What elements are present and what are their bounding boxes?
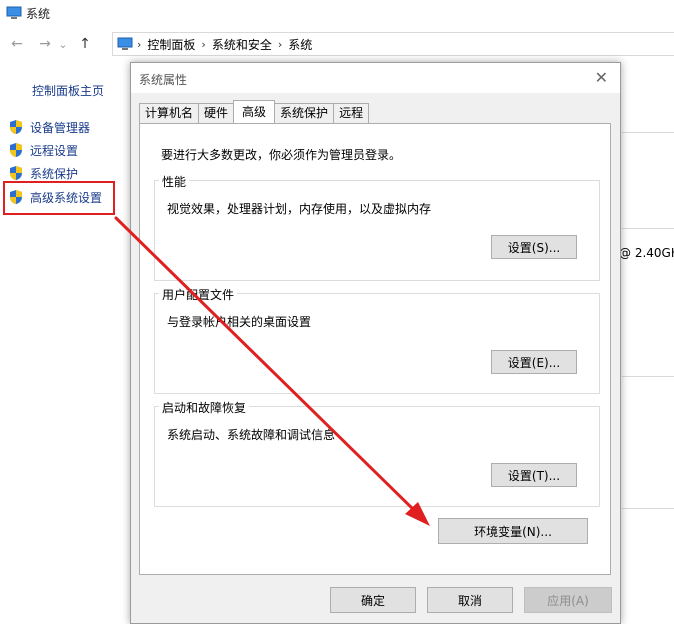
divider (622, 228, 674, 229)
forward-icon[interactable]: → (34, 36, 56, 52)
breadcrumb-system-security[interactable]: 系统和安全 (212, 36, 272, 53)
tab-strip: 计算机名 硬件 高级 系统保护 远程 (139, 100, 370, 123)
startup-recovery-description: 系统启动、系统故障和调试信息 (167, 428, 336, 442)
breadcrumb-separator: › (137, 37, 142, 51)
up-icon[interactable]: ↑ (74, 36, 96, 52)
nav-item-system-protection[interactable]: 系统保护 (8, 163, 78, 183)
back-icon[interactable]: ← (6, 36, 28, 52)
nav-item-remote-settings[interactable]: 远程设置 (8, 140, 78, 160)
divider (622, 376, 674, 377)
tab-hardware[interactable]: 硬件 (198, 103, 235, 123)
shield-icon (10, 143, 22, 157)
window-title: 系统 (26, 6, 51, 21)
recent-dropdown-icon[interactable]: ⌄ (56, 38, 70, 51)
nav-item-label: 远程设置 (30, 143, 79, 158)
startup-recovery-group: 启动和故障恢复 系统启动、系统故障和调试信息 设置(T)... (154, 399, 600, 507)
shield-icon (10, 120, 22, 134)
breadcrumb-separator: › (277, 37, 283, 51)
computer-icon (6, 6, 22, 19)
admin-notice: 要进行大多数更改，你必须作为管理员登录。 (161, 148, 402, 162)
nav-item-label: 设备管理器 (30, 120, 91, 135)
breadcrumb-system[interactable]: 系统 (288, 36, 312, 53)
user-profiles-settings-button[interactable]: 设置(E)... (491, 350, 577, 374)
performance-description: 视觉效果，处理器计划，内存使用，以及虚拟内存 (167, 202, 432, 216)
advanced-tab-panel: 要进行大多数更改，你必须作为管理员登录。 性能 视觉效果，处理器计划，内存使用，… (139, 123, 611, 575)
dialog-titlebar: 系统属性 ✕ (131, 63, 620, 93)
nav-item-label: 系统保护 (30, 166, 79, 181)
ok-button[interactable]: 确定 (330, 587, 416, 613)
address-box[interactable]: › 控制面板 › 系统和安全 › 系统 (112, 32, 674, 56)
cancel-button[interactable]: 取消 (427, 587, 513, 613)
user-profiles-title: 用户配置文件 (159, 286, 238, 303)
breadcrumb-control-panel[interactable]: 控制面板 (147, 36, 195, 53)
processor-info: @ 2.40GHz (619, 246, 674, 260)
breadcrumb-separator: › (201, 37, 206, 51)
dialog-title: 系统属性 (139, 73, 188, 87)
apply-button[interactable]: 应用(A) (524, 587, 612, 613)
startup-recovery-title: 启动和故障恢复 (159, 399, 250, 416)
system-properties-dialog: 系统属性 ✕ 计算机名 硬件 高级 系统保护 远程 要进行大多数更改，你必须作为… (130, 62, 621, 624)
control-panel-home-link[interactable]: 控制面板主页 (32, 82, 104, 99)
user-profiles-description: 与登录帐户相关的桌面设置 (167, 315, 312, 329)
environment-variables-button[interactable]: 环境变量(N)... (438, 518, 588, 544)
divider (622, 132, 674, 133)
highlight-annotation (3, 181, 115, 215)
tab-remote[interactable]: 远程 (333, 103, 370, 123)
close-icon[interactable]: ✕ (595, 68, 608, 87)
nav-item-device-manager[interactable]: 设备管理器 (8, 117, 90, 137)
shield-icon (10, 166, 22, 180)
user-profiles-group: 用户配置文件 与登录帐户相关的桌面设置 设置(E)... (154, 286, 600, 394)
computer-icon (117, 37, 133, 50)
performance-settings-button[interactable]: 设置(S)... (491, 235, 577, 259)
startup-recovery-settings-button[interactable]: 设置(T)... (491, 463, 577, 487)
divider (622, 508, 674, 509)
tab-system-protection[interactable]: 系统保护 (274, 103, 335, 123)
address-bar: ← → ⌄ ↑ › 控制面板 › 系统和安全 › 系统 (0, 30, 674, 58)
window-titlebar: 系统 (0, 0, 674, 26)
performance-title: 性能 (159, 173, 190, 190)
tab-advanced[interactable]: 高级 (233, 100, 276, 123)
performance-group: 性能 视觉效果，处理器计划，内存使用，以及虚拟内存 设置(S)... (154, 173, 600, 281)
tab-computer-name[interactable]: 计算机名 (139, 103, 200, 123)
